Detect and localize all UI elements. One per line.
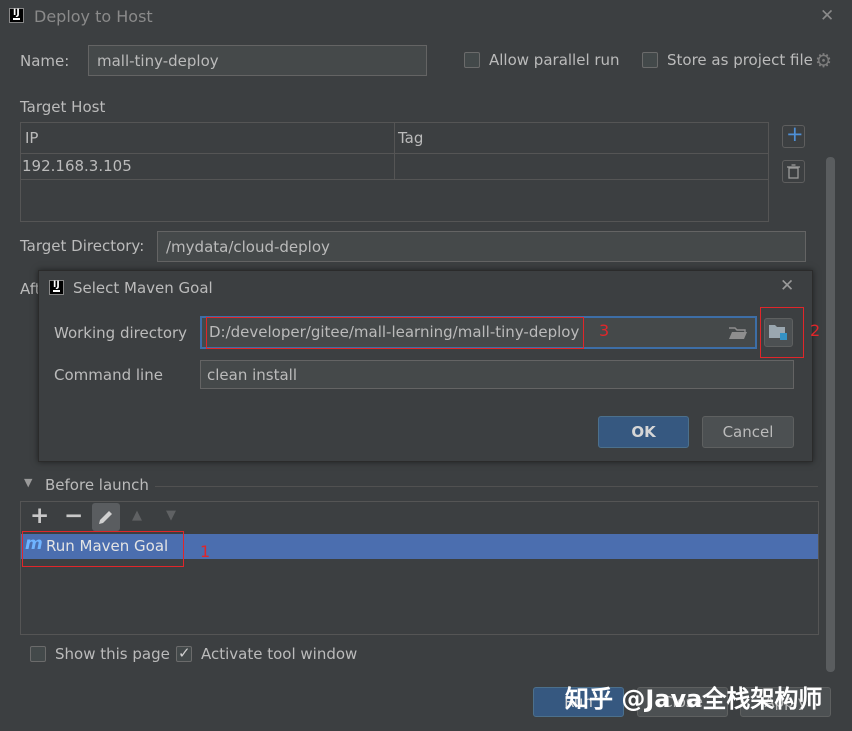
arrow-down-icon[interactable]: ▼ (166, 508, 176, 523)
before-launch-toggle[interactable]: ▼ (24, 476, 32, 489)
show-page-checkbox[interactable] (30, 646, 46, 662)
before-launch-panel: + − ▲ ▼ m Run Maven Goal (20, 501, 819, 635)
working-directory-label: Working directory (54, 324, 188, 342)
annotation-number-2: 2 (810, 321, 821, 340)
annotation-box-2 (760, 307, 804, 358)
cancel-button[interactable]: Cancel (702, 416, 794, 448)
intellij-icon: IJ (49, 280, 64, 295)
watermark: 知乎 @Java全栈架构师 (565, 685, 823, 713)
target-directory-label: Target Directory: (20, 237, 145, 255)
annotation-number-1: 1 (200, 542, 211, 561)
table-cell-ip: 192.168.3.105 (22, 157, 132, 175)
column-header-tag[interactable]: Tag (398, 129, 423, 147)
trash-icon (787, 164, 800, 179)
name-label: Name: (20, 52, 70, 70)
gear-icon[interactable]: ⚙ (815, 50, 832, 72)
command-line-label: Command line (54, 366, 163, 384)
title-bar: IJ Deploy to Host ✕ (0, 0, 852, 34)
delete-host-button[interactable] (782, 160, 805, 183)
window-title: Deploy to Host (34, 7, 153, 26)
annotation-box-1 (22, 531, 184, 567)
ok-button[interactable]: OK (598, 416, 689, 448)
store-project-checkbox[interactable] (642, 52, 658, 68)
arrow-up-icon[interactable]: ▲ (132, 508, 142, 523)
minus-icon[interactable]: − (64, 503, 83, 529)
edit-button[interactable] (92, 503, 120, 531)
folder-open-icon[interactable] (728, 325, 748, 341)
scrollbar[interactable] (826, 157, 835, 672)
target-host-table: IP Tag 192.168.3.105 (20, 122, 769, 222)
plus-icon: + (786, 122, 804, 146)
intellij-icon: IJ (9, 8, 24, 23)
name-input[interactable]: mall-tiny-deploy (88, 45, 427, 76)
plus-icon[interactable]: + (30, 503, 49, 529)
add-host-button[interactable]: + (782, 122, 805, 148)
maven-goal-dialog: IJ Select Maven Goal ✕ Working directory… (38, 270, 813, 462)
target-directory-input[interactable]: /mydata/cloud-deploy (157, 231, 806, 262)
target-host-label: Target Host (20, 98, 106, 116)
annotation-box-3 (206, 317, 584, 349)
close-icon[interactable]: ✕ (780, 276, 794, 296)
dialog-title: Select Maven Goal (73, 279, 213, 297)
column-header-ip[interactable]: IP (25, 129, 38, 147)
show-page-label: Show this page (55, 645, 170, 663)
close-icon[interactable]: ✕ (820, 6, 834, 26)
before-launch-label: Before launch (45, 476, 149, 494)
section-divider (155, 486, 818, 487)
store-project-label: Store as project file (667, 51, 813, 69)
allow-parallel-label: Allow parallel run (489, 51, 620, 69)
annotation-number-3: 3 (599, 321, 610, 340)
allow-parallel-checkbox[interactable] (464, 52, 480, 68)
table-row[interactable]: 192.168.3.105 (21, 154, 768, 180)
command-line-input[interactable]: clean install (200, 360, 794, 389)
pencil-icon (99, 511, 112, 524)
activate-tool-checkbox[interactable] (176, 644, 192, 662)
activate-tool-label: Activate tool window (201, 645, 358, 663)
